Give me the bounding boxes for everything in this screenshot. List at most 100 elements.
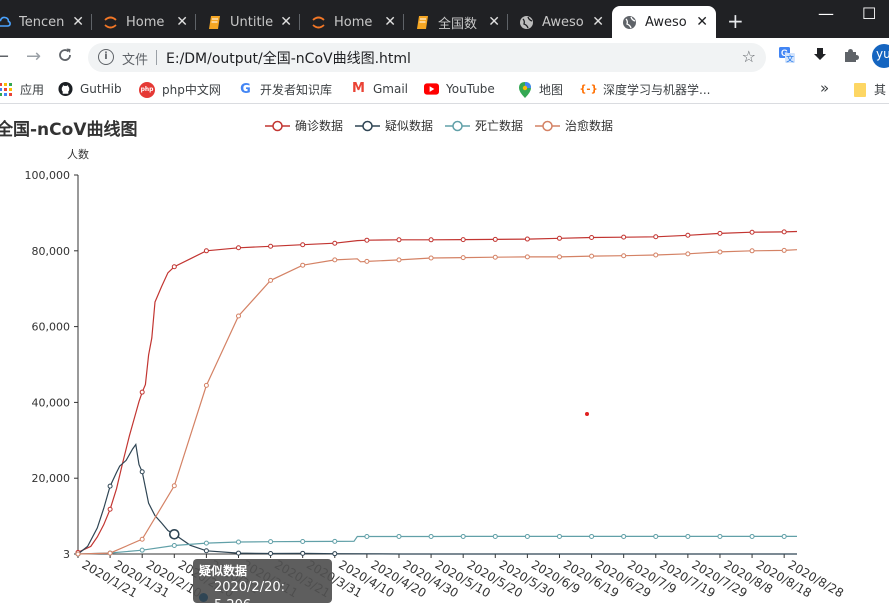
tab-label: Home xyxy=(334,14,373,30)
line-chart: 全国-nCoV曲线图 人数 确诊数据 疑似数据 死亡数据 治愈数据 320,00040… xyxy=(0,118,846,600)
data-point xyxy=(107,506,113,512)
series-layer xyxy=(75,229,798,557)
google-g-icon: G xyxy=(240,82,251,97)
data-point xyxy=(524,254,530,260)
data-point xyxy=(268,551,274,557)
reload-icon[interactable] xyxy=(57,47,73,68)
bookmark-gmail[interactable]: M Gmail xyxy=(351,81,408,96)
svg-text:文: 文 xyxy=(786,54,794,64)
data-point xyxy=(589,533,595,539)
data-point xyxy=(749,229,755,235)
data-point xyxy=(203,248,209,254)
data-point xyxy=(685,232,691,238)
close-icon[interactable]: ✕ xyxy=(176,13,188,31)
data-point xyxy=(717,533,723,539)
globe-icon xyxy=(622,15,637,30)
y-tick-label: 100,000 xyxy=(25,169,71,182)
data-point xyxy=(685,251,691,257)
data-point xyxy=(653,533,659,539)
data-point xyxy=(717,249,723,255)
data-point xyxy=(107,483,113,489)
close-icon[interactable]: ✕ xyxy=(72,13,84,31)
data-point xyxy=(235,245,241,251)
tab-national-data-notebook[interactable]: 全国数 ✕ xyxy=(405,8,508,36)
scheme-label: 文件 xyxy=(122,53,149,68)
tab-untitled-notebook[interactable]: Untitle ✕ xyxy=(197,8,300,36)
bookmark-label: YouTube xyxy=(446,81,495,96)
data-point xyxy=(460,255,466,261)
data-point xyxy=(235,539,241,545)
data-point xyxy=(396,257,402,263)
close-icon[interactable]: ✕ xyxy=(280,13,292,31)
close-icon[interactable]: ✕ xyxy=(488,13,500,31)
data-point xyxy=(621,234,627,240)
data-point xyxy=(300,550,306,556)
bookmark-label: 应用 xyxy=(20,83,45,97)
tab-label: Aweso xyxy=(645,14,687,30)
url-text[interactable]: E:/DM/output/全国-nCoV曲线图.html xyxy=(166,48,411,68)
data-point xyxy=(268,277,274,283)
tab-label: Tencen xyxy=(19,14,65,30)
tab-awesome-1[interactable]: Aweso ✕ xyxy=(509,8,612,36)
bookmark-deep-learning[interactable]: {-} 深度学习与机器学... xyxy=(579,81,710,98)
folder-icon xyxy=(852,82,867,97)
bookmark-php-cn[interactable]: php php中文网 xyxy=(139,81,221,98)
data-point xyxy=(332,240,338,246)
back-arrow-icon[interactable]: ← xyxy=(0,47,9,67)
bookmark-label: GutHib xyxy=(80,81,122,96)
bookmark-other[interactable]: 其 xyxy=(852,81,886,98)
data-point xyxy=(203,382,209,388)
data-point xyxy=(781,247,787,253)
close-icon[interactable]: ✕ xyxy=(592,13,604,31)
data-point xyxy=(75,551,81,557)
info-icon[interactable]: i xyxy=(98,49,114,65)
bookmark-maps[interactable]: 地图 xyxy=(517,81,563,98)
data-point xyxy=(556,235,562,241)
data-point xyxy=(621,253,627,259)
address-bar[interactable]: i 文件 E:/DM/output/全国-nCoV曲线图.html ☆ xyxy=(88,43,766,72)
data-point xyxy=(653,234,659,240)
data-point xyxy=(428,255,434,261)
tab-label: Untitle xyxy=(230,14,274,30)
tab-label: 全国数 xyxy=(438,16,478,32)
tab-awesome-active[interactable]: Aweso ✕ xyxy=(612,6,716,38)
data-point xyxy=(589,253,595,259)
bookmark-github[interactable]: GutHib xyxy=(58,81,122,96)
bookmarks-overflow-button[interactable]: » xyxy=(820,79,829,97)
legend-label: 疑似数据 xyxy=(385,118,433,133)
tab-tencent[interactable]: Tencen ✕ xyxy=(0,8,92,36)
bookmark-youtube[interactable]: YouTube xyxy=(424,81,495,96)
bookmark-star-icon[interactable]: ☆ xyxy=(742,47,756,66)
new-tab-button[interactable]: + xyxy=(727,11,744,31)
close-icon[interactable]: ✕ xyxy=(696,13,708,31)
bookmarks-bar: 应用 GutHib php php中文网 G 开发者知识库 M Gmail Yo… xyxy=(0,76,889,104)
data-point xyxy=(139,547,145,553)
close-icon[interactable]: ✕ xyxy=(384,13,396,31)
data-point xyxy=(396,237,402,243)
data-point xyxy=(492,254,498,260)
gmail-icon: M xyxy=(352,81,365,96)
profile-avatar[interactable]: yu xyxy=(872,44,889,72)
data-point xyxy=(492,533,498,539)
legend-marker xyxy=(452,120,463,132)
forward-arrow-icon[interactable]: → xyxy=(26,47,41,67)
bookmark-label: Gmail xyxy=(373,81,409,96)
bookmark-developer-knowledge[interactable]: G 开发者知识库 xyxy=(238,81,332,98)
data-point xyxy=(268,539,274,545)
extensions-puzzle-icon[interactable] xyxy=(843,47,859,67)
data-point xyxy=(749,248,755,254)
data-point xyxy=(781,229,787,235)
download-icon[interactable] xyxy=(813,47,827,67)
notebook-icon xyxy=(207,15,222,30)
tab-jupyter-home[interactable]: Home ✕ xyxy=(93,8,196,36)
maximize-button[interactable]: ☐ xyxy=(862,4,876,23)
tab-jupyter-home-2[interactable]: Home ✕ xyxy=(301,8,404,36)
data-point xyxy=(653,252,659,258)
bookmark-apps[interactable]: 应用 xyxy=(0,81,44,98)
y-axis: 3 20,000 40,000 60,000 80,000 100,000 xyxy=(25,169,79,561)
minimize-button[interactable]: — xyxy=(818,4,834,23)
translate-icon[interactable]: G文 xyxy=(778,46,796,68)
legend-label: 确诊数据 xyxy=(295,118,343,133)
data-point xyxy=(139,469,145,475)
legend-marker xyxy=(272,120,283,132)
